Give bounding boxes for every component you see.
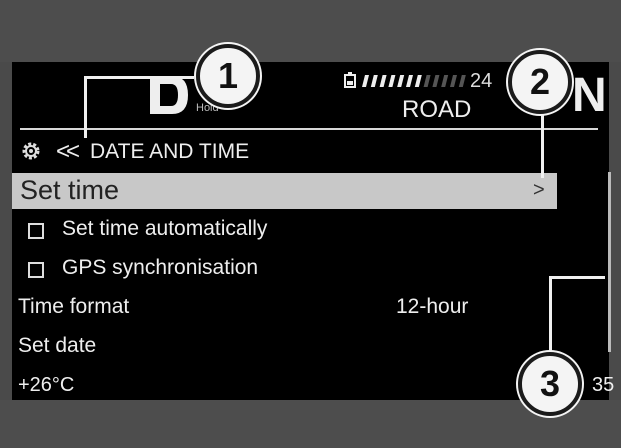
callout-1: 1 xyxy=(196,44,260,108)
callout-1-leader xyxy=(84,76,87,138)
checkbox-gps-sync[interactable] xyxy=(28,262,44,278)
fuel-level-bar xyxy=(362,75,466,87)
callout-3-leader xyxy=(549,276,552,360)
back-button[interactable]: << xyxy=(56,138,80,166)
fuel-segment xyxy=(406,75,413,87)
callout-3: 3 xyxy=(518,352,582,416)
tft-display: Hold 24 ROAD N << DATE AND TIME Set time… xyxy=(12,62,614,400)
menu-item-label: GPS synchronisation xyxy=(62,256,259,279)
settings-gear-icon xyxy=(22,142,40,160)
callout-3-leader-h xyxy=(549,276,605,279)
callout-1-leader-h xyxy=(84,76,194,79)
header-divider xyxy=(20,128,598,130)
fuel-segment xyxy=(397,75,405,87)
fuel-segment xyxy=(388,75,396,87)
fuel-segment xyxy=(441,75,449,87)
menu-item-label: Set date xyxy=(18,334,97,357)
battery-icon xyxy=(344,72,356,88)
chevron-right-icon: > xyxy=(533,179,545,201)
fuel-segment xyxy=(414,75,422,87)
time-format-value: 12-hour xyxy=(396,295,469,318)
clock-readout: 35 xyxy=(592,374,615,396)
menu-item-label: Time format xyxy=(18,295,130,318)
callout-2: 2 xyxy=(508,50,572,114)
fuel-segment xyxy=(423,75,431,87)
checkbox-set-time-auto[interactable] xyxy=(28,223,44,239)
fuel-segment xyxy=(362,75,369,87)
fuel-segment xyxy=(432,75,440,87)
gear-indicator: N xyxy=(572,69,607,122)
menu-item-label: Set time automatically xyxy=(62,217,268,240)
range-value: 24 xyxy=(470,70,493,92)
fuel-segment xyxy=(450,75,457,87)
fuel-segment xyxy=(370,75,378,87)
page-title: DATE AND TIME xyxy=(90,140,250,163)
fuel-segment xyxy=(379,75,387,87)
temperature-readout: +26°C xyxy=(18,374,75,396)
ride-mode-label: ROAD xyxy=(402,96,472,123)
menu-item-label: Set time xyxy=(20,175,120,205)
scrollbar[interactable] xyxy=(608,172,611,352)
menu-item-set-time[interactable]: Set time > xyxy=(12,173,557,209)
fuel-segment xyxy=(458,75,466,87)
